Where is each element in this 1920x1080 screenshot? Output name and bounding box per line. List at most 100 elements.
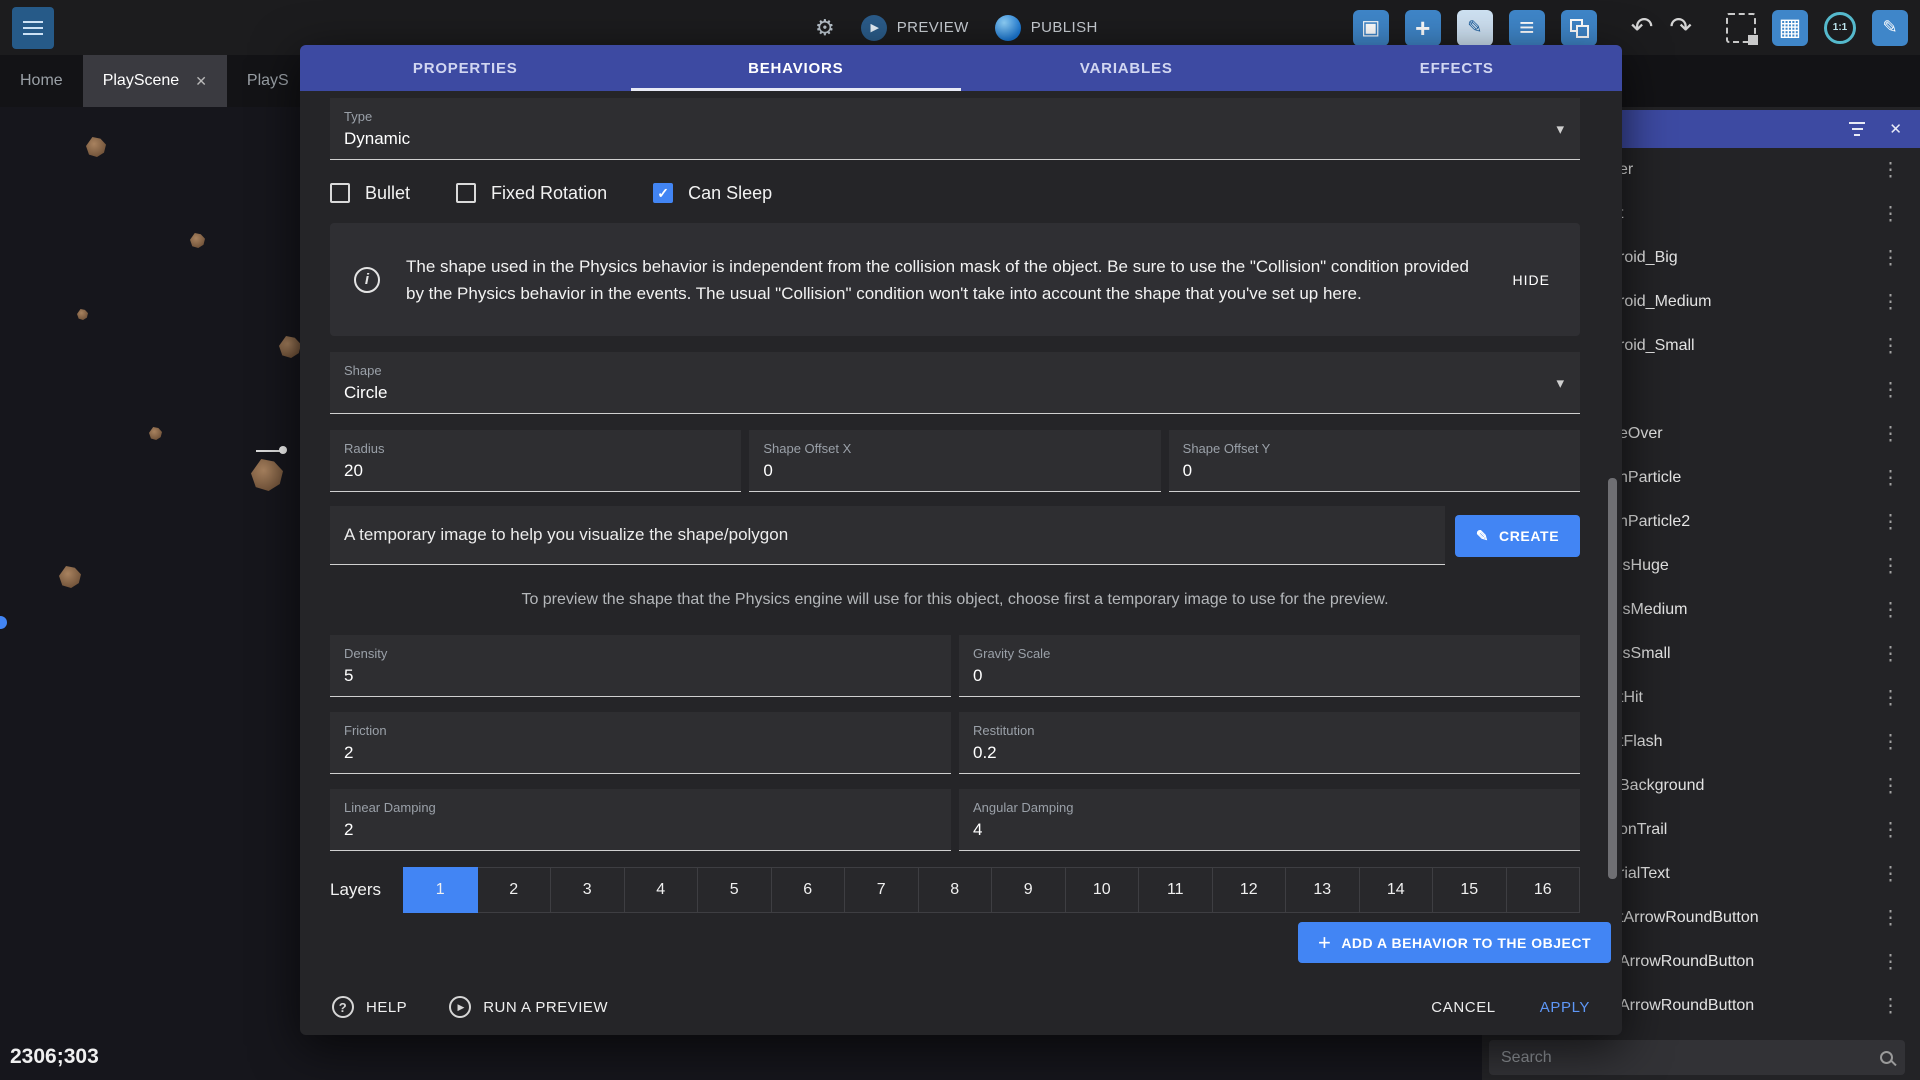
- add-object-icon[interactable]: [1405, 10, 1441, 46]
- layer-button-10[interactable]: 10: [1065, 867, 1140, 913]
- item-menu-icon[interactable]: [1881, 819, 1900, 842]
- asteroid-object[interactable]: [251, 459, 283, 491]
- close-panel-icon[interactable]: [1889, 120, 1902, 138]
- restitution-field[interactable]: Restitution 0.2: [959, 712, 1580, 774]
- item-menu-icon[interactable]: [1881, 291, 1900, 314]
- can-sleep-checkbox[interactable]: Can Sleep: [653, 183, 772, 204]
- events-list-icon[interactable]: [1509, 10, 1545, 46]
- dialog-body: Type Dynamic Bullet Fixed Rotation Can S…: [300, 91, 1622, 963]
- grid-icon[interactable]: [1772, 10, 1808, 46]
- tab-properties[interactable]: PROPERTIES: [300, 45, 631, 91]
- gravity-scale-field[interactable]: Gravity Scale 0: [959, 635, 1580, 697]
- item-menu-icon[interactable]: [1881, 599, 1900, 622]
- tab-playscene-2[interactable]: PlayS: [227, 55, 309, 107]
- layer-button-9[interactable]: 9: [991, 867, 1066, 913]
- selection-edge-dot[interactable]: [0, 616, 7, 629]
- item-menu-icon[interactable]: [1881, 467, 1900, 490]
- layer-button-12[interactable]: 12: [1212, 867, 1287, 913]
- hamburger-bars: [23, 27, 43, 29]
- bullet-checkbox[interactable]: Bullet: [330, 183, 410, 204]
- friction-field[interactable]: Friction 2: [330, 712, 951, 774]
- redo-icon[interactable]: [1669, 14, 1692, 41]
- item-menu-icon[interactable]: [1881, 907, 1900, 930]
- layer-button-16[interactable]: 16: [1506, 867, 1581, 913]
- item-menu-icon[interactable]: [1881, 247, 1900, 270]
- layer-button-6[interactable]: 6: [771, 867, 846, 913]
- preview-button[interactable]: PREVIEW: [861, 15, 969, 41]
- layer-button-13[interactable]: 13: [1285, 867, 1360, 913]
- layer-button-14[interactable]: 14: [1359, 867, 1434, 913]
- density-field[interactable]: Density 5: [330, 635, 951, 697]
- undo-icon[interactable]: [1631, 14, 1654, 41]
- asteroid-object[interactable]: [59, 566, 81, 588]
- shape-offset-x-field[interactable]: Shape Offset X 0: [749, 430, 1160, 492]
- run-preview-button[interactable]: RUN A PREVIEW: [449, 996, 608, 1018]
- cancel-button[interactable]: CANCEL: [1431, 999, 1495, 1016]
- layer-button-11[interactable]: 11: [1138, 867, 1213, 913]
- menu-icon[interactable]: [12, 7, 54, 49]
- add-behavior-button[interactable]: ADD A BEHAVIOR TO THE OBJECT: [1298, 922, 1611, 963]
- fixed-rotation-checkbox[interactable]: Fixed Rotation: [456, 183, 607, 204]
- item-menu-icon[interactable]: [1881, 379, 1900, 402]
- zoom-1-1-icon[interactable]: 1:1: [1824, 12, 1856, 44]
- shape-offset-y-field[interactable]: Shape Offset Y 0: [1169, 430, 1580, 492]
- dialog-scrollbar[interactable]: [1608, 478, 1617, 879]
- item-menu-icon[interactable]: [1881, 731, 1900, 754]
- asteroid-object[interactable]: [77, 309, 88, 320]
- item-menu-icon[interactable]: [1881, 951, 1900, 974]
- draw-icon[interactable]: [1872, 10, 1908, 46]
- layer-button-2[interactable]: 2: [477, 867, 552, 913]
- layer-button-1[interactable]: 1: [403, 867, 478, 913]
- create-button[interactable]: CREATE: [1455, 515, 1580, 557]
- publish-button[interactable]: PUBLISH: [995, 15, 1098, 41]
- build-icon[interactable]: [815, 15, 835, 41]
- asteroid-object[interactable]: [149, 427, 162, 440]
- item-menu-icon[interactable]: [1881, 555, 1900, 578]
- asteroid-object[interactable]: [190, 233, 205, 248]
- item-menu-icon[interactable]: [1881, 687, 1900, 710]
- item-menu-icon[interactable]: [1881, 511, 1900, 534]
- selection-handle-dot[interactable]: [279, 446, 287, 454]
- layer-button-5[interactable]: 5: [697, 867, 772, 913]
- item-menu-icon[interactable]: [1881, 995, 1900, 1018]
- item-menu-icon[interactable]: [1881, 775, 1900, 798]
- help-button[interactable]: HELP: [332, 996, 407, 1018]
- tab-variables[interactable]: VARIABLES: [961, 45, 1292, 91]
- tab-effects[interactable]: EFFECTS: [1292, 45, 1623, 91]
- item-menu-icon[interactable]: [1881, 863, 1900, 886]
- layers-label: Layers: [330, 880, 404, 900]
- asteroid-object[interactable]: [279, 336, 301, 358]
- layer-button-4[interactable]: 4: [624, 867, 699, 913]
- scene-edit-icon[interactable]: [1353, 10, 1389, 46]
- item-menu-icon[interactable]: [1881, 159, 1900, 182]
- radius-field[interactable]: Radius 20: [330, 430, 741, 492]
- filter-icon[interactable]: [1849, 122, 1865, 136]
- run-preview-label: RUN A PREVIEW: [483, 999, 608, 1016]
- linear-damping-field[interactable]: Linear Damping 2: [330, 789, 951, 851]
- layer-button-8[interactable]: 8: [918, 867, 993, 913]
- angular-damping-field[interactable]: Angular Damping 4: [959, 789, 1580, 851]
- capture-region-icon[interactable]: [1726, 13, 1756, 43]
- hide-button[interactable]: HIDE: [1503, 264, 1560, 296]
- type-select[interactable]: Type Dynamic: [330, 98, 1580, 160]
- item-menu-icon[interactable]: [1881, 335, 1900, 358]
- copy-front-square: [1576, 25, 1589, 38]
- apply-button[interactable]: APPLY: [1540, 999, 1590, 1016]
- asteroid-object[interactable]: [86, 137, 106, 157]
- can-sleep-label: Can Sleep: [688, 183, 772, 204]
- close-tab-icon[interactable]: [195, 73, 207, 90]
- item-menu-icon[interactable]: [1881, 203, 1900, 226]
- layer-button-15[interactable]: 15: [1432, 867, 1507, 913]
- tab-playscene[interactable]: PlayScene: [83, 55, 227, 107]
- layer-button-3[interactable]: 3: [550, 867, 625, 913]
- layer-button-7[interactable]: 7: [844, 867, 919, 913]
- temp-image-field[interactable]: A temporary image to help you visualize …: [330, 506, 1445, 565]
- shape-select[interactable]: Shape Circle: [330, 352, 1580, 414]
- layers-icon[interactable]: [1561, 10, 1597, 46]
- tab-home[interactable]: Home: [0, 55, 83, 107]
- item-menu-icon[interactable]: [1881, 423, 1900, 446]
- tab-behaviors[interactable]: BEHAVIORS: [631, 45, 962, 91]
- object-search-input[interactable]: Search: [1489, 1040, 1905, 1075]
- edit-tool-icon[interactable]: [1457, 10, 1493, 46]
- item-menu-icon[interactable]: [1881, 643, 1900, 666]
